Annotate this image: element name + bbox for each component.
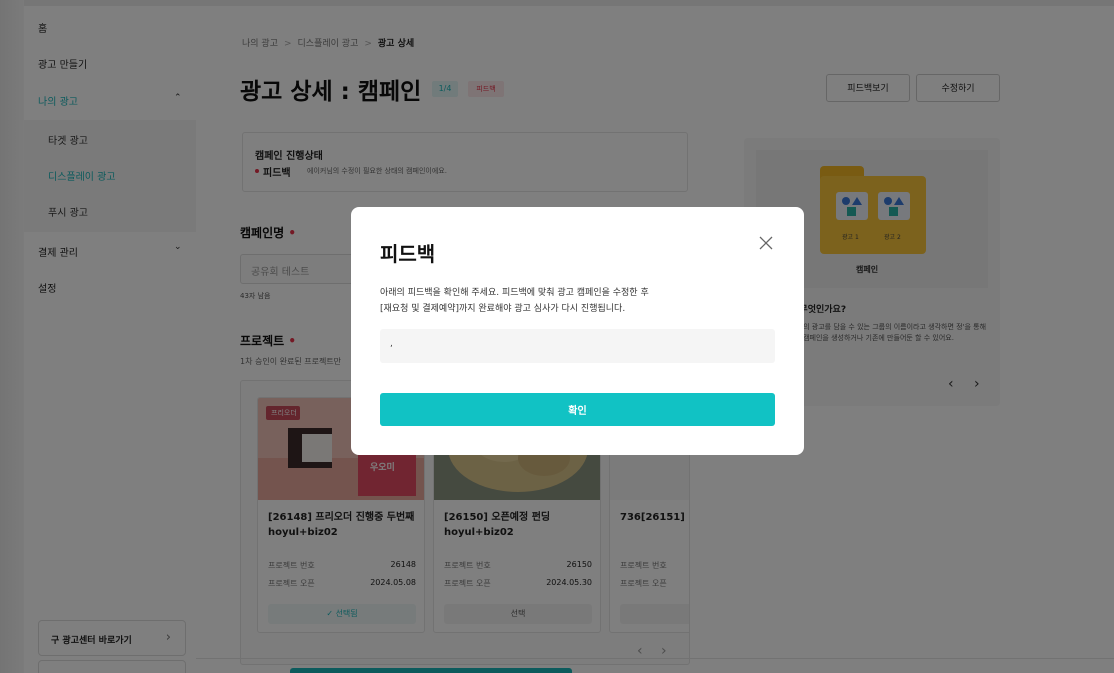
confirm-button[interactable]: 확인 — [380, 393, 775, 426]
modal-message-line: [재요청 및 결제예약]까지 완료해야 광고 심사가 다시 진행됩니다. — [380, 304, 626, 314]
modal-message: 아래의 피드백을 확인해 주세요. 피드백에 맞춰 광고 캠페인을 수정한 후 … — [380, 285, 649, 317]
feedback-content-box: , — [380, 329, 775, 363]
close-icon[interactable] — [755, 232, 777, 254]
feedback-content: , — [390, 339, 393, 349]
modal-message-line: 아래의 피드백을 확인해 주세요. 피드백에 맞춰 광고 캠페인을 수정한 후 — [380, 288, 649, 298]
modal-title: 피드백 — [380, 242, 436, 266]
feedback-modal: 피드백 아래의 피드백을 확인해 주세요. 피드백에 맞춰 광고 캠페인을 수정… — [351, 207, 804, 455]
